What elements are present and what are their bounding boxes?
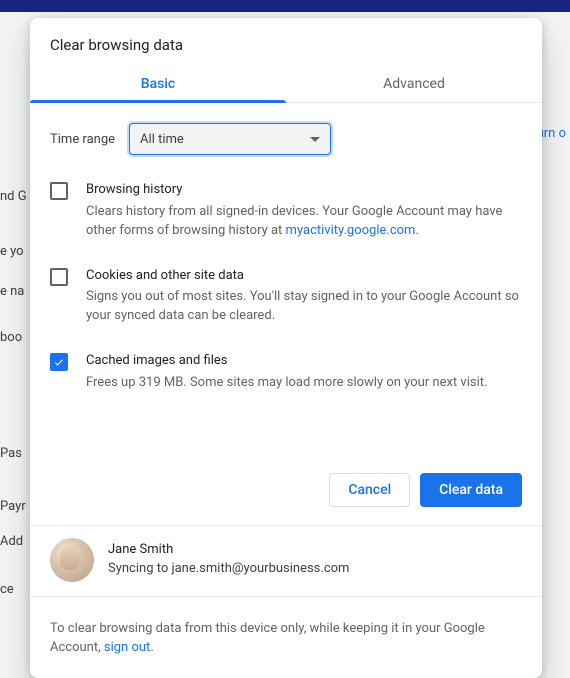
account-row: Jane Smith Syncing to jane.smith@yourbus… bbox=[30, 538, 542, 596]
bg-text-5: Pas bbox=[0, 446, 22, 461]
time-range-label: Time range bbox=[50, 132, 115, 147]
divider bbox=[30, 596, 542, 597]
bg-text-2: e yo bbox=[0, 244, 24, 259]
checkbox-cache[interactable] bbox=[50, 353, 68, 371]
bg-text-1: nd G bbox=[0, 189, 27, 204]
option-title: Browsing history bbox=[86, 181, 522, 200]
option-browsing-history: Browsing history Clears history from all… bbox=[50, 181, 522, 241]
dialog-title: Clear browsing data bbox=[30, 18, 542, 70]
checkbox-browsing-history[interactable] bbox=[50, 182, 68, 200]
tabs: Basic Advanced bbox=[30, 70, 542, 103]
clear-browsing-data-dialog: Clear browsing data Basic Advanced Time … bbox=[30, 18, 542, 678]
option-title: Cookies and other site data bbox=[86, 267, 522, 286]
myactivity-link[interactable]: myactivity.google.com bbox=[286, 223, 416, 238]
bg-text-6: Payr bbox=[0, 499, 26, 514]
cancel-button[interactable]: Cancel bbox=[329, 473, 410, 507]
sign-out-link[interactable]: sign out bbox=[104, 640, 150, 655]
option-cache: Cached images and files Frees up 319 MB.… bbox=[50, 352, 522, 393]
time-range-select[interactable]: All time bbox=[129, 123, 331, 155]
clear-data-button[interactable]: Clear data bbox=[420, 473, 522, 507]
background-header bbox=[0, 0, 570, 12]
dialog-buttons: Cancel Clear data bbox=[30, 473, 542, 525]
option-desc: Signs you out of most sites. You'll stay… bbox=[86, 288, 522, 326]
option-cookies: Cookies and other site data Signs you ou… bbox=[50, 267, 522, 327]
bg-text-3: e na bbox=[0, 284, 24, 299]
avatar bbox=[50, 538, 94, 582]
checkbox-cookies[interactable] bbox=[50, 268, 68, 286]
chevron-down-icon bbox=[310, 137, 320, 142]
bg-text-7: Add bbox=[0, 534, 23, 549]
account-email: jane.smith@yourbusiness.com bbox=[171, 561, 349, 576]
tab-advanced[interactable]: Advanced bbox=[286, 70, 542, 102]
tab-advanced-label: Advanced bbox=[383, 76, 445, 92]
check-icon bbox=[53, 356, 65, 368]
option-desc: Frees up 319 MB. Some sites may load mor… bbox=[86, 374, 487, 393]
footer-note: To clear browsing data from this device … bbox=[30, 609, 542, 678]
tab-basic[interactable]: Basic bbox=[30, 70, 286, 102]
tab-basic-label: Basic bbox=[141, 76, 175, 92]
time-range-value: All time bbox=[140, 132, 184, 147]
option-desc: Clears history from all signed-in device… bbox=[86, 203, 522, 241]
account-name: Jane Smith bbox=[108, 541, 349, 560]
time-range-row: Time range All time bbox=[50, 123, 522, 155]
bg-text-4: boo bbox=[0, 330, 22, 345]
account-sync: Syncing to jane.smith@yourbusiness.com bbox=[108, 560, 349, 579]
divider bbox=[30, 525, 542, 526]
bg-text-8: ce bbox=[0, 582, 14, 597]
option-title: Cached images and files bbox=[86, 352, 487, 371]
